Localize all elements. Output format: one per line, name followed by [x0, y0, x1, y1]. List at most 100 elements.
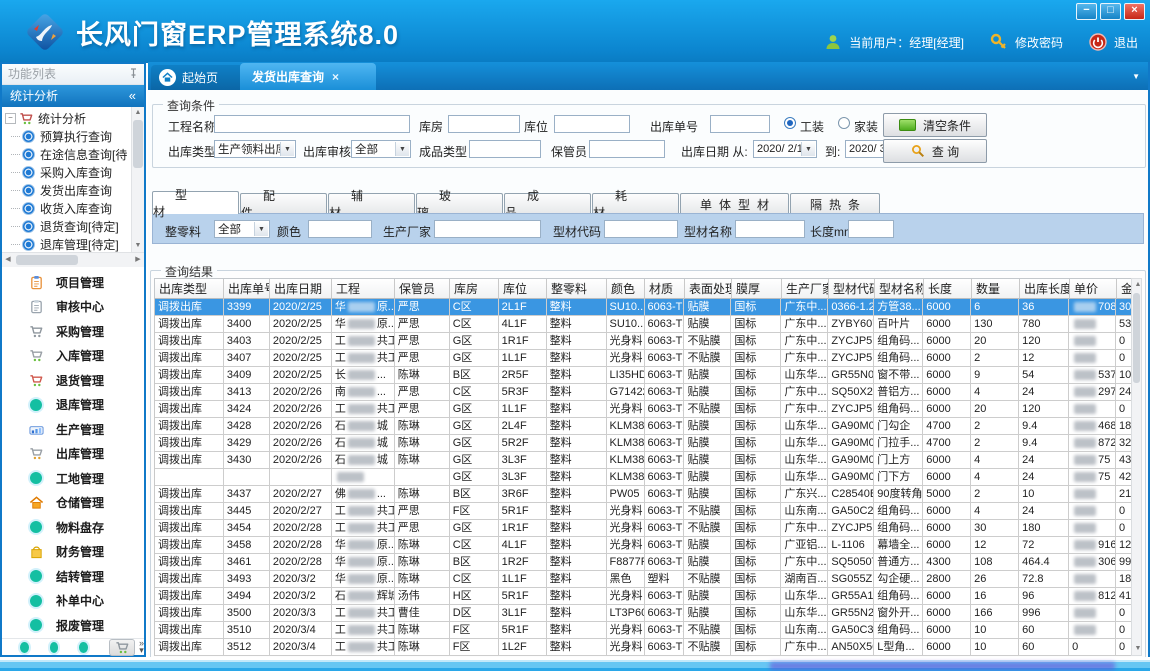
- change-password-link[interactable]: 修改密码: [1015, 34, 1063, 51]
- color-input[interactable]: [308, 220, 372, 238]
- material-tab-1[interactable]: 型材: [152, 191, 239, 214]
- material-tab-6[interactable]: 耗材: [592, 193, 679, 214]
- column-header[interactable]: 单价: [1070, 279, 1117, 299]
- pin-icon[interactable]: [128, 68, 139, 79]
- sidebar-item-dot-teal[interactable]: 结转管理: [2, 564, 144, 589]
- table-row[interactable]: 调拨出库35102020/3/4工共工程陈琳F区5R1F整料光身料6063-T5…: [154, 622, 1138, 639]
- tree-vertical-scrollbar[interactable]: ▲ ▼: [131, 107, 144, 252]
- table-row[interactable]: 调拨出库34942020/3/2石辉城汤伟H区5R1F整料光身料6063-T5贴…: [154, 588, 1138, 605]
- table-row[interactable]: 调拨出库34092020/2/25长...陈琳B区2R5F整料LI35HD606…: [154, 367, 1138, 384]
- profile-name-input[interactable]: [735, 220, 805, 238]
- table-row[interactable]: 调拨出库34452020/2/27工共工程严思F区5R1F整料光身料6063-T…: [154, 503, 1138, 520]
- column-header[interactable]: 颜色: [607, 279, 645, 299]
- column-header[interactable]: 膜厚: [732, 279, 782, 299]
- table-row[interactable]: 调拨出库34032020/2/25工共工程严思G区1R1F整料光身料6063-T…: [154, 333, 1138, 350]
- tree-item[interactable]: 退货查询[待定]: [4, 217, 132, 235]
- table-row[interactable]: 调拨出库34612020/2/28华原...陈琳B区1R2F整料F8877FT6…: [154, 554, 1138, 571]
- scroll-right-icon[interactable]: ▶: [132, 254, 144, 266]
- column-header[interactable]: 出库单号: [224, 279, 270, 299]
- tree-item[interactable]: 预算执行查询: [4, 127, 132, 145]
- tree-item[interactable]: 发货出库查询: [4, 181, 132, 199]
- scroll-down-icon[interactable]: ▼: [1132, 643, 1144, 655]
- collapse-icon[interactable]: «: [129, 85, 136, 107]
- table-row[interactable]: 调拨出库35002020/3/3工共工程曹佳D区3L1F整料LT3P606063…: [154, 605, 1138, 622]
- scroll-up-icon[interactable]: ▲: [1132, 279, 1144, 291]
- column-header[interactable]: 出库类型: [155, 279, 224, 299]
- tree-item[interactable]: 在途信息查询[待: [4, 145, 132, 163]
- sidebar-item-dot-teal[interactable]: 物料盘存: [2, 515, 144, 540]
- expander-icon[interactable]: −: [5, 113, 16, 124]
- table-row[interactable]: G区3L3F整料KLM38176063-T5贴膜国标山东华...GA90M09.…: [154, 469, 1138, 486]
- tree-hscroll-thumb[interactable]: [16, 255, 78, 265]
- length-input[interactable]: [848, 220, 894, 238]
- sidebar-item-clipboard-gray[interactable]: 审核中心: [2, 295, 144, 320]
- column-header[interactable]: 长度: [924, 279, 972, 299]
- material-tab-7[interactable]: 单体型材: [680, 193, 789, 214]
- profile-code-input[interactable]: [604, 220, 678, 238]
- column-header[interactable]: 保管员: [395, 279, 450, 299]
- column-header[interactable]: 工程: [332, 279, 395, 299]
- whole-part-dropdown[interactable]: 全部▼: [214, 220, 270, 238]
- sidebar-item-dot-teal[interactable]: 报废管理: [2, 613, 144, 638]
- column-header[interactable]: 出库长度: [1020, 279, 1070, 299]
- maker-input[interactable]: [434, 220, 541, 238]
- table-row[interactable]: 调拨出库34292020/2/26石城陈琳G区5R2F整料KLM38176063…: [154, 435, 1138, 452]
- column-header[interactable]: 生产厂家: [782, 279, 829, 299]
- table-row[interactable]: 调拨出库34542020/2/28工共工程严思G区1R1F整料光身料6063-T…: [154, 520, 1138, 537]
- table-row[interactable]: 调拨出库34072020/2/25工共工程严思G区1L1F整料光身料6063-T…: [154, 350, 1138, 367]
- table-row[interactable]: 调拨出库35122020/3/4工共工程陈琳F区1L2F整料光身料6063-T5…: [154, 639, 1138, 656]
- maximize-button[interactable]: □: [1100, 3, 1121, 20]
- table-row[interactable]: 调拨出库34132020/2/26南...严思C区5R3F整料G71422606…: [154, 384, 1138, 401]
- audit-dropdown[interactable]: 全部▼: [351, 140, 411, 158]
- logout-link[interactable]: 退出: [1114, 34, 1138, 51]
- tree-item[interactable]: 收货入库查询: [4, 199, 132, 217]
- close-button[interactable]: ×: [1124, 3, 1145, 20]
- order-no-input[interactable]: [710, 115, 770, 133]
- tab-list-caret-icon[interactable]: ▼: [1132, 72, 1140, 81]
- out-type-dropdown[interactable]: 生产领料出库▼: [214, 140, 296, 158]
- table-row[interactable]: 调拨出库34932020/3/2华原...陈琳C区1L1F整料黑色塑料不贴膜国标…: [154, 571, 1138, 588]
- table-row[interactable]: 调拨出库34582020/2/28华原...陈琳C区4L1F整料光身料6063-…: [154, 537, 1138, 554]
- table-row[interactable]: 调拨出库34372020/2/27佛...陈琳B区3R6F整料PW056063-…: [154, 486, 1138, 503]
- radio-jiazhuang[interactable]: [838, 117, 850, 129]
- tree-item[interactable]: 退库管理[待定]: [4, 235, 132, 252]
- date-from-picker[interactable]: 2020/ 2/16▼: [753, 140, 817, 158]
- tree-root[interactable]: − 统计分析: [4, 109, 132, 127]
- column-header[interactable]: 出库日期: [270, 279, 332, 299]
- sidebar-item-dot-teal[interactable]: 补单中心: [2, 589, 144, 614]
- module-dot-icon[interactable]: [79, 642, 88, 653]
- location-input[interactable]: [554, 115, 630, 133]
- module-dot-icon[interactable]: [50, 642, 59, 653]
- column-header[interactable]: 表面处理: [685, 279, 732, 299]
- column-header[interactable]: 数量: [972, 279, 1020, 299]
- column-header[interactable]: 型材名称: [875, 279, 924, 299]
- table-row[interactable]: 调拨出库34242020/2/26工共工程严思G区1L1F整料光身料6063-T…: [154, 401, 1138, 418]
- material-tab-2[interactable]: 配件: [240, 193, 327, 214]
- sidebar-item-cart-gray[interactable]: 采购管理: [2, 319, 144, 344]
- table-row[interactable]: 调拨出库33992020/2/25华原...严思C区2L1F整料SU10...6…: [154, 299, 1138, 316]
- column-header[interactable]: 库位: [499, 279, 547, 299]
- search-button[interactable]: 查 询: [883, 139, 987, 163]
- sidebar-item-cart-green[interactable]: 入库管理: [2, 344, 144, 369]
- material-tab-3[interactable]: 辅材: [328, 193, 415, 214]
- clear-conditions-button[interactable]: 清空条件: [883, 113, 987, 137]
- scroll-down-icon[interactable]: ▼: [132, 240, 144, 252]
- table-vscroll-thumb[interactable]: [1133, 293, 1140, 383]
- cart-module-button[interactable]: [109, 639, 135, 656]
- sidebar-item-chart-blue[interactable]: 生产管理: [2, 417, 144, 442]
- tree-vscroll-thumb[interactable]: [133, 120, 143, 168]
- tree-item[interactable]: 采购入库查询: [4, 163, 132, 181]
- sidebar-item-house-orange[interactable]: 仓储管理: [2, 491, 144, 516]
- table-vertical-scrollbar[interactable]: ▲ ▼: [1131, 278, 1142, 656]
- table-row[interactable]: 调拨出库34302020/2/26石城陈琳G区3L3F整料KLM38176063…: [154, 452, 1138, 469]
- scroll-up-icon[interactable]: ▲: [132, 107, 144, 119]
- sidebar-item-dot-teal[interactable]: 退库管理: [2, 393, 144, 418]
- radio-gongzhuang[interactable]: [784, 117, 796, 129]
- material-tab-4[interactable]: 玻璃: [416, 193, 503, 214]
- material-tab-8[interactable]: 隔热条: [790, 193, 880, 214]
- minimize-button[interactable]: −: [1076, 3, 1097, 20]
- column-header[interactable]: 库房: [450, 279, 499, 299]
- tab-close-icon[interactable]: ×: [332, 70, 339, 84]
- column-header[interactable]: 整零料: [547, 279, 607, 299]
- tree-horizontal-scrollbar[interactable]: ◀ ▶: [2, 252, 144, 267]
